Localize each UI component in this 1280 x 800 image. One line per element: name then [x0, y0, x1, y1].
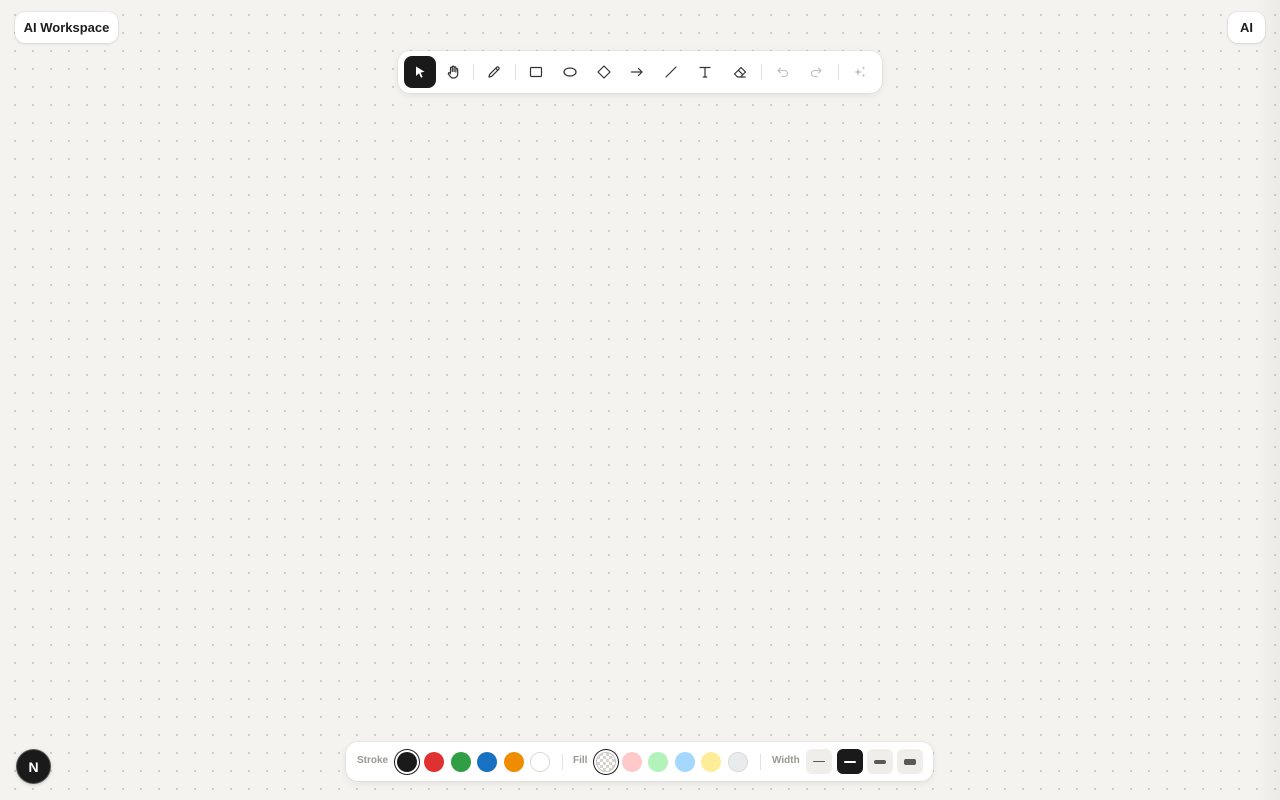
- line-icon: [665, 66, 677, 78]
- ellipse-icon: [563, 67, 577, 77]
- redo-icon: [810, 67, 822, 78]
- workspace-title-label: AI Workspace: [23, 20, 110, 35]
- diamond-icon: [597, 65, 611, 79]
- eraser-tool-button[interactable]: [724, 56, 756, 88]
- fill-color-light-green[interactable]: [648, 752, 668, 772]
- hand-tool-button[interactable]: [437, 56, 469, 88]
- rectangle-tool-button[interactable]: [520, 56, 552, 88]
- width-label: Width: [772, 755, 800, 766]
- drawing-toolbar: [398, 51, 882, 93]
- stroke-color-black[interactable]: [397, 752, 417, 772]
- width-medium-line: [844, 760, 856, 763]
- hand-icon: [447, 65, 459, 79]
- style-bar-divider: [760, 754, 761, 770]
- width-thin-line: [813, 761, 825, 762]
- fill-color-light-gray[interactable]: [728, 752, 748, 772]
- diamond-tool-button[interactable]: [588, 56, 620, 88]
- eraser-icon: [733, 66, 747, 78]
- ai-panel-label: AI: [1240, 20, 1253, 35]
- toolbar-divider: [838, 64, 839, 80]
- stroke-color-orange[interactable]: [504, 752, 524, 772]
- line-tool-button[interactable]: [655, 56, 687, 88]
- stroke-color-blue[interactable]: [477, 752, 497, 772]
- cursor-arrow-icon: [416, 66, 425, 78]
- canvas-edge-shade: [1256, 0, 1280, 800]
- text-icon: [699, 66, 711, 78]
- user-avatar-badge[interactable]: N: [17, 750, 50, 783]
- rectangle-icon: [529, 66, 543, 78]
- fill-color-pink[interactable]: [622, 752, 642, 772]
- fill-label: Fill: [573, 755, 588, 766]
- pencil-tool-button[interactable]: [478, 56, 510, 88]
- width-thin-button[interactable]: [806, 749, 832, 774]
- toolbar-divider: [473, 64, 474, 80]
- workspace-title[interactable]: AI Workspace: [15, 12, 118, 43]
- ai-panel-button[interactable]: AI: [1228, 12, 1265, 43]
- toolbar-divider: [515, 64, 516, 80]
- style-bar: Stroke Fill Width: [346, 742, 933, 781]
- arrow-right-icon: [630, 67, 643, 77]
- arrow-tool-button[interactable]: [621, 56, 653, 88]
- text-tool-button[interactable]: [689, 56, 721, 88]
- stroke-color-green[interactable]: [451, 752, 471, 772]
- style-bar-divider: [562, 754, 563, 770]
- redo-button[interactable]: [800, 56, 832, 88]
- width-extra-bold-line: [904, 758, 916, 765]
- undo-button[interactable]: [767, 56, 799, 88]
- undo-icon: [777, 67, 789, 78]
- sparkles-icon: [854, 66, 866, 78]
- width-bold-button[interactable]: [867, 749, 893, 774]
- stroke-color-white[interactable]: [530, 752, 550, 772]
- toolbar-divider: [761, 64, 762, 80]
- width-bold-line: [874, 759, 886, 764]
- ai-magic-button[interactable]: [844, 56, 876, 88]
- width-extra-bold-button[interactable]: [897, 749, 923, 774]
- fill-color-none[interactable]: [596, 752, 616, 772]
- user-avatar-initial: N: [28, 758, 39, 775]
- stroke-label: Stroke: [357, 755, 389, 766]
- fill-color-light-blue[interactable]: [675, 752, 695, 772]
- pencil-icon: [488, 66, 500, 78]
- fill-color-light-yellow[interactable]: [701, 752, 721, 772]
- width-medium-button[interactable]: [837, 749, 863, 774]
- stroke-color-red[interactable]: [424, 752, 444, 772]
- ellipse-tool-button[interactable]: [554, 56, 586, 88]
- select-tool-button[interactable]: [404, 56, 436, 88]
